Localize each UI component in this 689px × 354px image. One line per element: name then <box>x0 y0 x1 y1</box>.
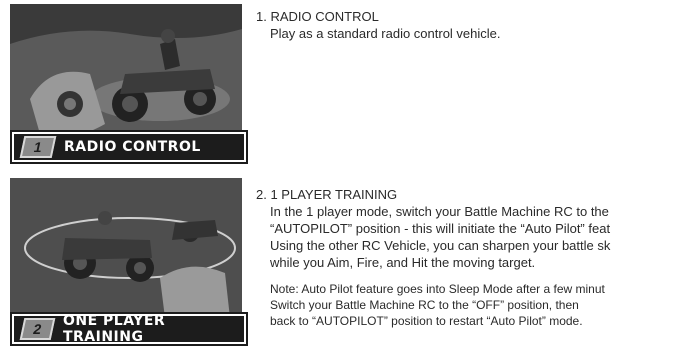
section-line: “AUTOPILOT” position - this will initiat… <box>270 221 611 236</box>
one-player-training-photo <box>10 178 242 324</box>
section-heading: 2. 1 PLAYER TRAINING <box>256 187 398 202</box>
sleep-mode-note: Note: Auto Pilot feature goes into Sleep… <box>256 281 689 329</box>
mode-number-badge: 1 <box>19 136 57 158</box>
banner-label: RADIO CONTROL <box>64 139 201 155</box>
one-player-training-banner: 2 ONE PLAYER TRAINING <box>10 312 248 346</box>
section-line: Play as a standard radio control vehicle… <box>270 26 501 41</box>
one-player-training-section: 2. 1 PLAYER TRAINING In the 1 player mod… <box>256 186 689 329</box>
note-line: Switch your Battle Machine RC to the “OF… <box>270 298 579 312</box>
radio-control-section: 1. RADIO CONTROL Play as a standard radi… <box>256 8 501 42</box>
radio-control-photo <box>10 4 242 150</box>
banner-label: ONE PLAYER TRAINING <box>62 313 166 345</box>
section-line: while you Aim, Fire, and Hit the moving … <box>270 255 536 270</box>
atv-with-remote-image <box>10 4 242 150</box>
note-line: back to “AUTOPILOT” position to restart … <box>270 314 583 328</box>
radio-control-banner: 1 RADIO CONTROL <box>10 130 248 164</box>
mode-number-badge: 2 <box>19 318 56 340</box>
section-line: Using the other RC Vehicle, you can shar… <box>270 238 611 253</box>
section-line: In the 1 player mode, switch your Battle… <box>270 204 609 219</box>
atv-training-image <box>10 178 242 324</box>
section-heading: 1. RADIO CONTROL <box>256 9 379 24</box>
note-line: Note: Auto Pilot feature goes into Sleep… <box>270 282 605 296</box>
